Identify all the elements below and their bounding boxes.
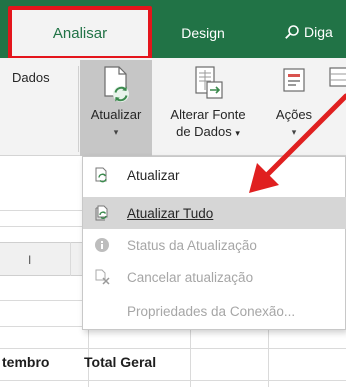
- menu-item-status-atualizacao[interactable]: Status da Atualização: [83, 229, 346, 261]
- atualizar-button[interactable]: Atualizar ▾: [80, 60, 152, 156]
- refresh-icon: [95, 167, 107, 183]
- chevron-down-icon: ▾: [235, 128, 240, 138]
- search-icon: [285, 25, 299, 39]
- chevron-down-icon: ▾: [113, 127, 119, 137]
- grid-icon: [329, 67, 346, 87]
- acoes-button-label: Ações: [275, 107, 313, 122]
- actions-icon: [283, 68, 305, 92]
- grid-line: [0, 380, 346, 381]
- group-label-dados: Dados: [12, 70, 50, 85]
- refresh-all-icon: [95, 205, 108, 221]
- tab-design-label: Design: [181, 25, 225, 41]
- atualizar-dropdown-menu: Atualizar Atualizar Tudo Status da Atual…: [82, 156, 346, 330]
- grid-line: [268, 330, 269, 387]
- column-header-i[interactable]: I: [28, 253, 31, 267]
- info-icon: [95, 238, 109, 252]
- chevron-down-icon: ▾: [291, 127, 297, 137]
- atualizar-button-label: Atualizar: [90, 107, 142, 122]
- grid-line: [0, 300, 82, 301]
- alterar-fonte-button[interactable]: Alterar Fonte de Dados ▾: [152, 60, 264, 156]
- grid-line: [70, 242, 71, 276]
- menu-item-atualizar-label: Atualizar: [127, 167, 180, 183]
- tell-me-search[interactable]: Diga: [284, 18, 346, 46]
- grid-line: [0, 210, 82, 211]
- partial-ribbon-button[interactable]: [326, 62, 346, 142]
- cell-total-geral[interactable]: Total Geral: [84, 354, 156, 370]
- menu-item-status-label: Status da Atualização: [127, 237, 257, 253]
- change-data-source-icon: [195, 66, 223, 99]
- menu-item-cancelar-atualizacao[interactable]: Cancelar atualização: [83, 261, 346, 293]
- menu-item-atualizar-tudo-label: Atualizar Tudo: [127, 205, 214, 221]
- grid-line: [0, 348, 346, 349]
- grid-line: [0, 226, 82, 227]
- tab-highlight-box: [8, 6, 152, 60]
- ribbon-panel: Dados Atualizar ▾ Alterar Fonte de Dados…: [0, 58, 346, 156]
- menu-item-cancelar-label: Cancelar atualização: [127, 269, 254, 285]
- menu-item-propriedades-conexao[interactable]: Propriedades da Conexão...: [83, 295, 346, 327]
- acoes-button[interactable]: Ações ▾: [266, 60, 322, 156]
- refresh-document-icon: [104, 66, 129, 102]
- ribbon-tab-bar: Analisar Design Diga: [0, 0, 346, 60]
- tab-design[interactable]: Design: [168, 20, 238, 46]
- ribbon-separator: [78, 66, 79, 152]
- cell-month-partial[interactable]: tembro: [2, 354, 49, 370]
- menu-item-atualizar-tudo[interactable]: Atualizar Tudo: [83, 197, 346, 229]
- cancel-refresh-icon: [95, 269, 110, 285]
- menu-item-propriedades-label: Propriedades da Conexão...: [127, 303, 296, 319]
- alterar-fonte-label-line2: de Dados: [176, 124, 232, 139]
- menu-item-atualizar[interactable]: Atualizar: [83, 159, 346, 191]
- total-row: tembro Total Geral: [0, 354, 200, 378]
- tell-me-label: Diga: [304, 24, 333, 40]
- alterar-fonte-label-line1: Alterar Fonte: [170, 107, 246, 122]
